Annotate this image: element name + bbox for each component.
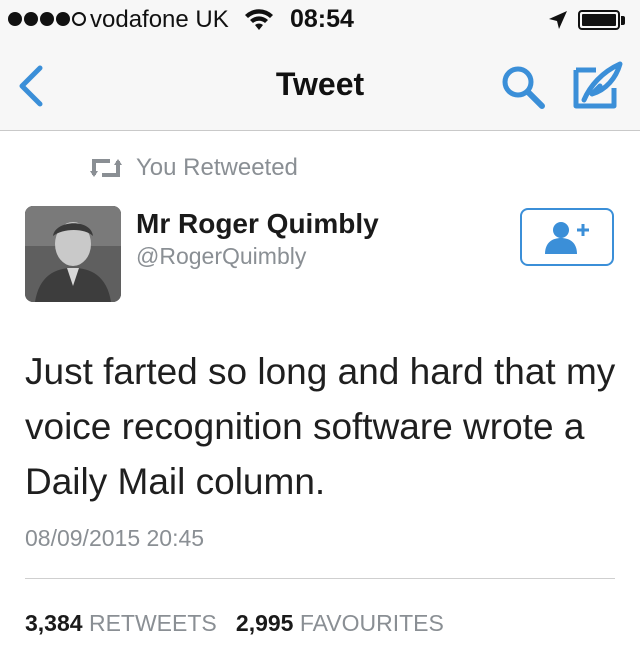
signal-strength-icon	[8, 12, 86, 26]
tweet-timestamp: 08/09/2015 20:45	[25, 525, 205, 551]
add-user-icon	[545, 222, 589, 254]
divider	[25, 578, 615, 579]
location-arrow-icon	[548, 10, 568, 35]
retweets-stat[interactable]: 3,384 RETWEETS	[25, 610, 217, 636]
tweet-stats: 3,384 RETWEETS 2,995 FAVOURITES	[25, 610, 444, 637]
clock-time: 08:54	[290, 5, 354, 33]
favourites-count: 2,995	[235, 610, 294, 636]
retweet-indicator: You Retweeted	[90, 152, 298, 184]
battery-icon	[578, 10, 628, 32]
status-bar: vodafone UK 08:54	[0, 0, 640, 42]
favourites-label: FAVOURITES	[299, 610, 444, 636]
favourites-stat[interactable]: 2,995 FAVOURITES	[236, 610, 444, 636]
compose-tweet-button[interactable]	[570, 60, 624, 110]
retweets-label: RETWEETS	[88, 610, 217, 636]
wifi-icon	[244, 8, 274, 37]
author-handle[interactable]: @RogerQuimbly	[136, 243, 306, 270]
compose-icon	[573, 61, 623, 109]
retweet-icon	[90, 159, 122, 177]
author-name[interactable]: Mr Roger Quimbly	[136, 208, 379, 240]
avatar[interactable]	[25, 206, 121, 302]
carrier-name: vodafone UK	[90, 6, 229, 33]
retweets-count: 3,384	[25, 610, 83, 636]
follow-button[interactable]	[520, 208, 614, 266]
tweet-text: Just farted so long and hard that my voi…	[25, 351, 616, 502]
avatar-image	[25, 206, 121, 302]
retweet-label: You Retweeted	[136, 154, 298, 181]
navigation-bar: Tweet	[0, 42, 640, 131]
search-button[interactable]	[500, 64, 546, 110]
search-icon	[502, 66, 545, 109]
